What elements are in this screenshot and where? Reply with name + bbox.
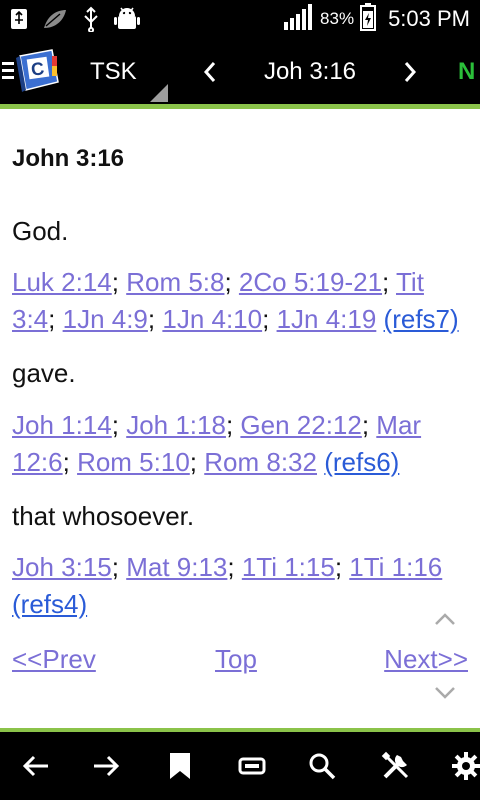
battery-charging-icon <box>360 3 377 35</box>
page-navigation: <<Prev Top Next>> <box>12 644 468 684</box>
xref-link[interactable]: Gen 22:12 <box>240 410 361 440</box>
scroll-down-button[interactable] <box>432 683 458 703</box>
next-link[interactable]: Next>> <box>384 644 468 675</box>
forward-button[interactable] <box>86 746 126 786</box>
xref-link[interactable]: 1Jn 4:19 <box>277 304 377 334</box>
chevron-up-icon <box>435 613 455 625</box>
reference-button[interactable]: Joh 3:16 <box>236 58 384 86</box>
xref-link[interactable]: 1Ti 1:16 <box>349 552 442 582</box>
module-selector[interactable]: TSK <box>76 38 168 104</box>
commentary-content[interactable]: John 3:16 God. Luk 2:14; Rom 5:8; 2Co 5:… <box>0 109 480 728</box>
xref-link[interactable]: Rom 5:8 <box>126 267 224 297</box>
keyword-god: God. <box>12 216 69 246</box>
keyword-gave: gave. <box>12 358 76 388</box>
search-button[interactable] <box>302 746 342 786</box>
card-icon <box>238 757 266 775</box>
svg-text:C: C <box>30 58 46 80</box>
tools-button[interactable] <box>376 746 416 786</box>
dropdown-triangle-icon <box>150 84 168 102</box>
battery-percent: 83% <box>320 9 355 28</box>
xref-link[interactable]: Mat 9:13 <box>126 552 227 582</box>
leaf-icon <box>42 8 68 30</box>
refs-link[interactable]: (refs7) <box>384 304 459 334</box>
top-link[interactable]: Top <box>215 644 257 675</box>
xref-link[interactable]: Rom 5:10 <box>77 447 190 477</box>
bookmark-button[interactable] <box>160 746 200 786</box>
xref-link[interactable]: Joh 3:15 <box>12 552 112 582</box>
page-title: John 3:16 <box>12 145 125 172</box>
android-icon <box>114 7 140 31</box>
xref-link[interactable]: 2Co 5:19-21 <box>239 267 382 297</box>
module-label: TSK <box>90 58 137 85</box>
xref-link[interactable]: 1Jn 4:9 <box>63 304 148 334</box>
refs-link[interactable]: (refs6) <box>324 447 399 477</box>
action-bar: C TSK Joh 3:16 N <box>0 38 480 104</box>
clock: 5:03 PM <box>388 6 470 31</box>
previous-chapter-button[interactable] <box>192 50 228 94</box>
tools-icon <box>381 751 409 779</box>
next-chapter-button[interactable] <box>392 50 428 94</box>
card-button[interactable] <box>232 746 272 786</box>
xref-link[interactable]: Joh 1:14 <box>12 410 112 440</box>
xref-link[interactable]: Rom 8:32 <box>204 447 317 477</box>
overflow-action[interactable]: N <box>458 58 475 86</box>
chevron-down-icon <box>435 687 455 699</box>
xref-link[interactable]: 1Jn 4:10 <box>162 304 262 334</box>
settings-button[interactable] <box>446 746 480 786</box>
settings-icon <box>452 752 480 780</box>
back-button[interactable] <box>16 746 56 786</box>
chevron-right-icon <box>404 62 417 82</box>
usb-icon <box>10 7 28 31</box>
search-icon <box>309 753 336 780</box>
forward-arrow-icon <box>94 755 120 777</box>
xref-link[interactable]: Luk 2:14 <box>12 267 112 297</box>
notification-icons <box>10 6 140 32</box>
app-book-icon: C <box>2 49 59 92</box>
reference-list-whosoever: Joh 3:15; Mat 9:13; 1Ti 1:15; 1Ti 1:16 (… <box>12 552 443 619</box>
keyword-whosoever: that whosoever. <box>12 501 195 531</box>
prev-link[interactable]: <<Prev <box>12 644 96 675</box>
xref-link[interactable]: Joh 1:18 <box>126 410 226 440</box>
status-bar: 83% 5:03 PM <box>0 0 480 38</box>
reference-list-gave: Joh 1:14; Joh 1:18; Gen 22:12; Mar 12:6;… <box>12 410 422 477</box>
xref-link[interactable]: 1Ti 1:15 <box>242 552 335 582</box>
refs-link[interactable]: (refs4) <box>12 589 87 619</box>
scroll-up-button[interactable] <box>432 609 458 629</box>
chevron-left-icon <box>203 62 216 82</box>
usb-debug-icon <box>82 6 100 32</box>
app-menu-button[interactable]: C <box>2 48 64 94</box>
signal-icon <box>284 4 314 34</box>
reference-list-god: Luk 2:14; Rom 5:8; 2Co 5:19-21; Tit 3:4;… <box>12 267 459 334</box>
bookmark-icon <box>170 753 190 779</box>
back-arrow-icon <box>22 755 48 777</box>
bottom-toolbar <box>0 732 480 800</box>
